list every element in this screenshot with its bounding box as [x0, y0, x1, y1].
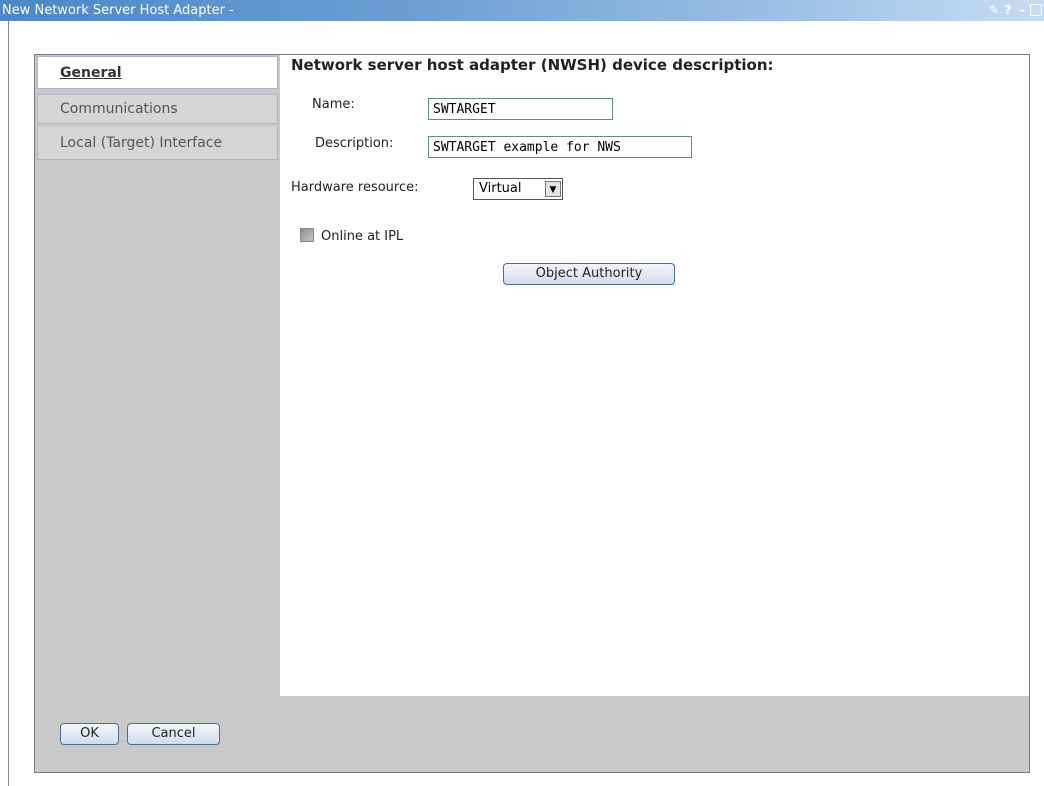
- window-title: New Network Server Host Adapter -: [2, 3, 234, 18]
- description-label: Description:: [315, 136, 394, 151]
- minimize-icon[interactable]: –: [1016, 3, 1028, 17]
- dialog-panel: General Communications Local (Target) In…: [34, 54, 1030, 773]
- hardware-resource-label: Hardware resource:: [291, 180, 419, 195]
- help-icon[interactable]: ?: [1002, 3, 1014, 17]
- description-field[interactable]: SWTARGET example for NWS: [428, 136, 692, 158]
- edit-icon[interactable]: ✎: [988, 3, 1000, 17]
- cancel-button[interactable]: Cancel: [127, 723, 220, 745]
- object-authority-button[interactable]: Object Authority: [503, 263, 675, 285]
- tab-sidebar: General Communications Local (Target) In…: [35, 55, 280, 696]
- tab-general[interactable]: General: [37, 56, 278, 89]
- tab-communications[interactable]: Communications: [37, 94, 278, 124]
- window-border: [8, 21, 9, 786]
- name-label: Name:: [312, 97, 355, 112]
- hardware-resource-value: Virtual: [479, 181, 522, 196]
- online-at-ipl-checkbox[interactable]: [300, 228, 314, 242]
- online-at-ipl-label: Online at IPL: [321, 229, 404, 244]
- ok-button[interactable]: OK: [60, 723, 119, 745]
- title-bar-icons: ✎ ? –: [988, 3, 1042, 17]
- chevron-down-icon[interactable]: ▼: [545, 181, 561, 197]
- title-bar: New Network Server Host Adapter - ✎ ? –: [0, 0, 1044, 21]
- section-heading: Network server host adapter (NWSH) devic…: [291, 56, 774, 74]
- maximize-icon[interactable]: [1030, 4, 1042, 16]
- name-field[interactable]: SWTARGET: [428, 98, 613, 120]
- tab-local-target-interface[interactable]: Local (Target) Interface: [37, 127, 278, 160]
- dialog-footer: OK Cancel: [35, 696, 1029, 772]
- hardware-resource-select[interactable]: Virtual ▼: [473, 178, 563, 200]
